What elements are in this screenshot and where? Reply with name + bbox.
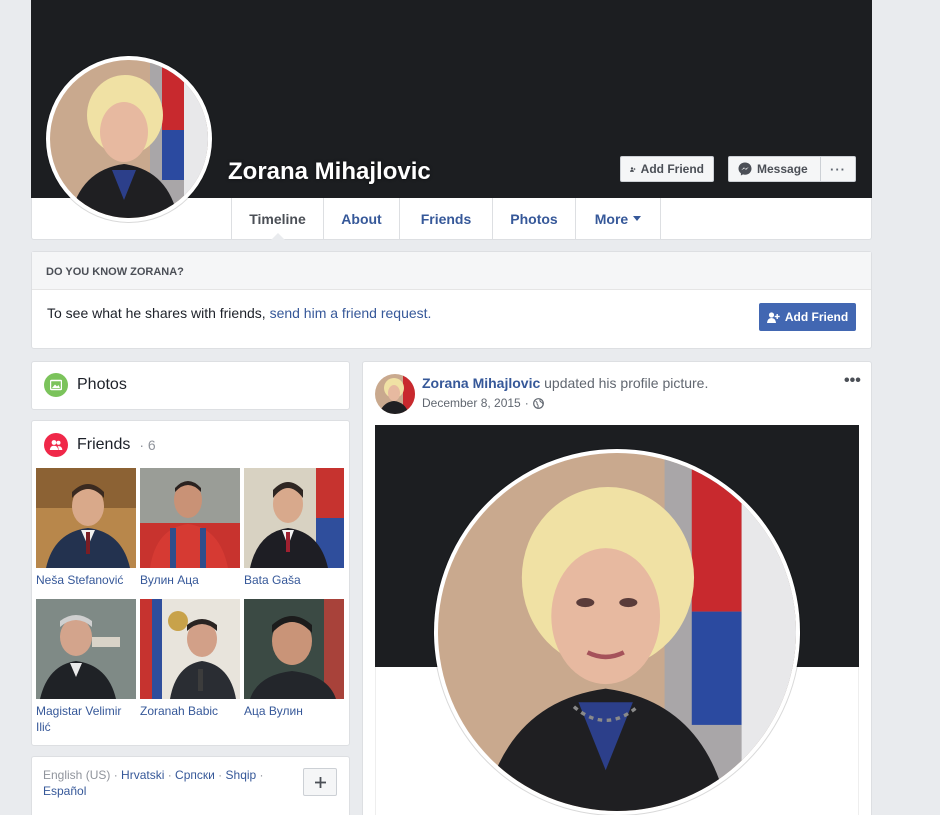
friend-tile[interactable]: Zoranah Babic	[140, 599, 240, 719]
plus-icon	[314, 776, 326, 788]
language-list: English (US) · Hrvatski · Српски · Shqip…	[43, 768, 264, 798]
post-meta: December 8, 2015 ·	[422, 396, 544, 410]
friend-tile[interactable]: Neša Stefanović	[36, 468, 136, 588]
language-link[interactable]: Español	[43, 784, 86, 798]
chevron-down-icon	[633, 216, 642, 221]
friend-tile[interactable]: Вулин Аца	[140, 468, 240, 588]
friends-icon	[44, 433, 68, 457]
add-language-button[interactable]	[303, 768, 337, 796]
friend-photo	[36, 468, 136, 568]
profile-photo-image	[50, 60, 208, 218]
language-current: English (US)	[43, 768, 111, 782]
photos-icon	[44, 373, 68, 397]
friend-name[interactable]: Neša Stefanović	[36, 572, 136, 588]
friend-tile[interactable]: Аца Вулин	[244, 599, 344, 719]
friend-tile[interactable]: Bata Gaša	[244, 468, 344, 588]
friends-count: · 6	[139, 437, 156, 453]
tab-timeline[interactable]: Timeline	[231, 198, 323, 240]
post-date[interactable]: December 8, 2015	[422, 396, 521, 410]
add-friend-icon	[630, 166, 636, 172]
profile-picture[interactable]	[46, 56, 212, 222]
do-you-know-box: DO YOU KNOW ZORANA? To see what he share…	[31, 251, 872, 349]
add-friend-label: Add Friend	[640, 162, 704, 176]
friend-name[interactable]: Аца Вулин	[244, 703, 344, 719]
post-profile-picture[interactable]	[434, 449, 800, 815]
friend-name[interactable]: Bata Gaša	[244, 572, 344, 588]
add-friend-icon	[766, 311, 780, 323]
post-photo-image	[438, 453, 796, 811]
post-options-button[interactable]: •••	[844, 372, 861, 390]
profile-tabs: Timeline About Friends Photos More	[231, 198, 661, 240]
send-friend-request-link[interactable]: send him a friend request.	[270, 305, 432, 321]
message-label: Message	[757, 162, 808, 176]
tab-more[interactable]: More	[575, 198, 661, 239]
do-you-know-text: To see what he shares with friends, send…	[47, 305, 432, 321]
friend-photo	[36, 599, 136, 699]
friend-photo	[140, 468, 240, 568]
post-author-link[interactable]: Zorana Mihajlovic	[422, 375, 540, 391]
tab-about[interactable]: About	[323, 198, 399, 239]
friend-photo	[244, 599, 344, 699]
friend-name[interactable]: Zoranah Babic	[140, 703, 240, 719]
profile-name[interactable]: Zorana Mihajlovic	[228, 158, 431, 186]
friends-card-title[interactable]: Friends · 6	[44, 433, 156, 457]
tab-friends[interactable]: Friends	[399, 198, 492, 239]
globe-icon[interactable]	[532, 397, 544, 409]
language-link[interactable]: Српски	[175, 768, 215, 782]
friend-tile[interactable]: Magistar Velimir Ilić	[36, 599, 136, 735]
post-author-avatar[interactable]	[375, 374, 415, 414]
do-you-know-heading: DO YOU KNOW ZORANA?	[32, 252, 871, 290]
language-link[interactable]: Hrvatski	[121, 768, 164, 782]
friend-photo	[244, 468, 344, 568]
messenger-icon	[738, 162, 752, 176]
photos-card-title[interactable]: Photos	[44, 373, 127, 397]
friend-name[interactable]: Вулин Аца	[140, 572, 240, 588]
add-friend-primary-button[interactable]: Add Friend	[759, 303, 856, 331]
add-friend-button[interactable]: Add Friend	[620, 156, 714, 182]
tab-photos[interactable]: Photos	[492, 198, 575, 239]
friend-photo	[140, 599, 240, 699]
message-button[interactable]: Message	[728, 156, 821, 182]
post-author-photo	[375, 374, 415, 414]
post-headline: Zorana Mihajlovic updated his profile pi…	[422, 375, 709, 391]
language-link[interactable]: Shqip	[226, 768, 257, 782]
header-more-button[interactable]: ···	[820, 156, 856, 182]
friend-name[interactable]: Magistar Velimir Ilić	[36, 703, 136, 735]
